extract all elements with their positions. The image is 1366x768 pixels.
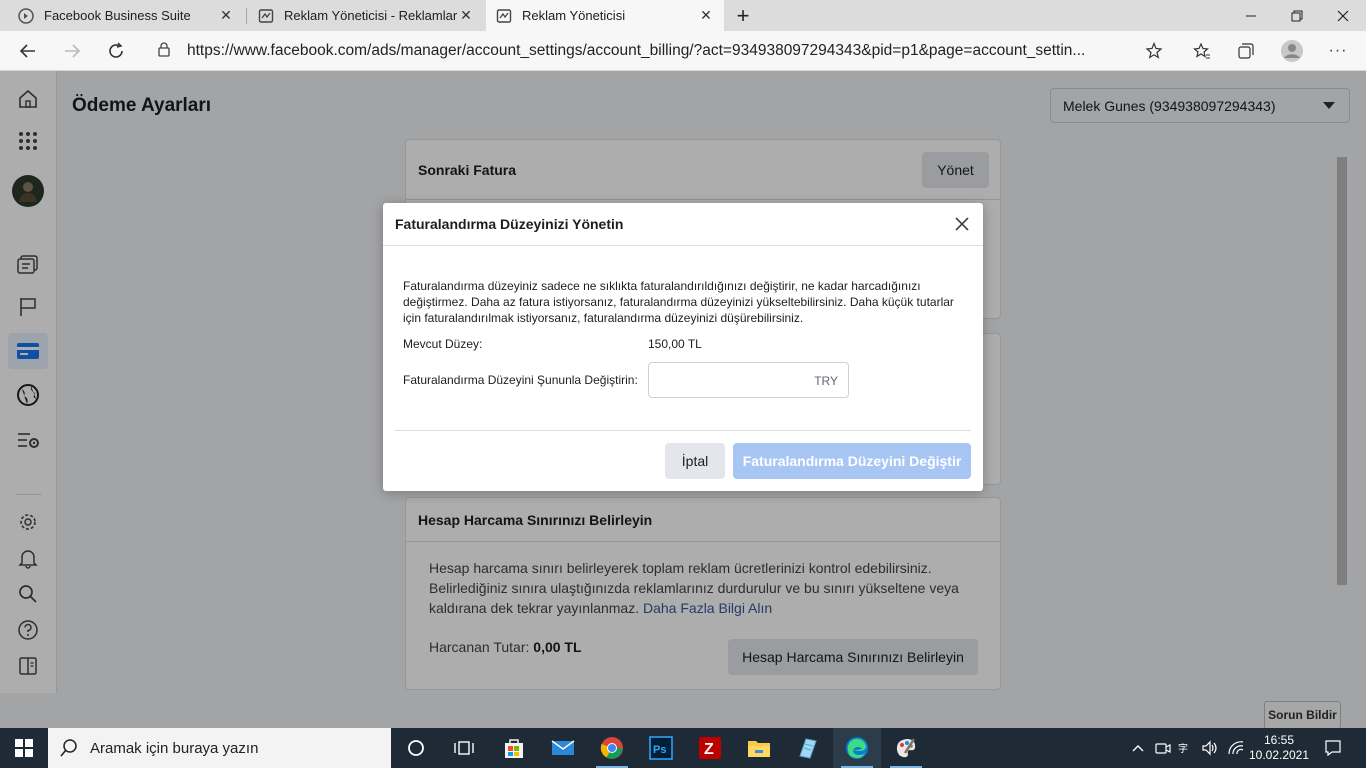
refresh-icon[interactable] <box>100 35 132 67</box>
edge-browser-icon[interactable] <box>833 728 881 768</box>
lock-icon <box>157 41 177 62</box>
file-explorer-icon[interactable] <box>735 728 783 768</box>
close-tab-icon[interactable]: ✕ <box>218 7 234 24</box>
minimize-icon[interactable] <box>1228 0 1274 31</box>
tab-reklam-yoneticisi-1[interactable]: Reklam Yöneticisi - Reklamları Yö ✕ <box>248 0 484 31</box>
tab-title: Reklam Yöneticisi - Reklamları Yö <box>284 8 458 23</box>
profile-avatar-icon[interactable] <box>1276 35 1308 67</box>
more-menu-icon[interactable]: ··· <box>1322 35 1354 67</box>
windows-start-icon[interactable] <box>0 728 48 768</box>
clock-date: 10.02.2021 <box>1248 748 1310 762</box>
tab-facebook-business-suite[interactable]: Facebook Business Suite ✕ <box>8 0 244 31</box>
divider <box>395 430 971 431</box>
mail-icon[interactable] <box>539 728 587 768</box>
close-tab-icon[interactable]: ✕ <box>458 7 474 24</box>
cortana-icon[interactable] <box>392 728 440 768</box>
paint-icon[interactable] <box>882 728 930 768</box>
collections-icon[interactable] <box>1230 35 1262 67</box>
tab-title: Reklam Yöneticisi <box>522 8 626 23</box>
ads-manager-icon <box>258 8 274 24</box>
photoshop-icon[interactable]: Ps <box>637 728 685 768</box>
dialog-description: Faturalandırma düzeyiniz sadece ne sıklı… <box>403 279 954 325</box>
browser-toolbar: https://www.facebook.com/ads/manager/acc… <box>0 31 1366 71</box>
browser-tab-bar: Facebook Business Suite ✕ Reklam Yönetic… <box>0 0 1366 31</box>
meet-now-icon[interactable] <box>1152 728 1174 768</box>
volume-icon[interactable] <box>1199 728 1221 768</box>
new-tab-button[interactable]: + <box>728 0 758 31</box>
billing-threshold-dialog: Faturalandırma Düzeyinizi Yönetin Fatura… <box>383 203 983 491</box>
ads-manager-icon <box>496 8 512 24</box>
tab-title: Facebook Business Suite <box>44 8 191 23</box>
threshold-amount-field[interactable] <box>657 365 807 395</box>
svg-text:Z: Z <box>704 741 714 758</box>
task-view-icon[interactable] <box>440 728 488 768</box>
notepad-icon[interactable] <box>784 728 832 768</box>
back-icon[interactable] <box>12 35 44 67</box>
change-level-label: Faturalandırma Düzeyini Şununla Değiştir… <box>403 373 638 387</box>
forward-icon[interactable] <box>56 35 88 67</box>
chrome-icon[interactable] <box>588 728 636 768</box>
restore-icon[interactable] <box>1274 0 1320 31</box>
dialog-title: Faturalandırma Düzeyinizi Yönetin <box>395 216 624 232</box>
windows-taskbar: Aramak için buraya yazın Ps Z 字 16:55 10… <box>0 728 1366 768</box>
address-bar[interactable]: https://www.facebook.com/ads/manager/acc… <box>145 35 1175 67</box>
store-icon[interactable] <box>490 728 538 768</box>
add-favorite-icon[interactable] <box>1138 35 1170 67</box>
clock-time: 16:55 <box>1263 733 1295 747</box>
facebook-business-icon <box>18 7 34 24</box>
network-wifi-icon[interactable] <box>1225 728 1247 768</box>
search-icon <box>60 739 78 757</box>
tab-reklam-yoneticisi-active[interactable]: Reklam Yöneticisi ✕ <box>486 0 724 31</box>
show-hidden-icons-icon[interactable] <box>1128 728 1148 768</box>
current-level-value: 150,00 TL <box>648 337 702 351</box>
favorites-icon[interactable] <box>1186 35 1218 67</box>
current-level-label: Mevcut Düzey: <box>403 337 483 351</box>
svg-text:字: 字 <box>1178 742 1188 755</box>
input-language-icon[interactable]: 字 <box>1175 728 1197 768</box>
close-window-icon[interactable] <box>1320 0 1366 31</box>
currency-label: TRY <box>814 374 838 388</box>
close-icon[interactable] <box>951 213 973 235</box>
notification-center-icon[interactable] <box>1318 728 1348 768</box>
close-tab-icon[interactable]: ✕ <box>698 7 714 24</box>
change-threshold-button[interactable]: Faturalandırma Düzeyini Değiştir <box>733 443 971 479</box>
taskbar-search[interactable]: Aramak için buraya yazın <box>48 728 391 768</box>
search-placeholder: Aramak için buraya yazın <box>90 739 259 757</box>
billing-threshold-input[interactable]: TRY <box>648 362 849 398</box>
svg-text:Ps: Ps <box>653 744 666 756</box>
filezilla-icon[interactable]: Z <box>686 728 734 768</box>
cancel-button[interactable]: İptal <box>665 443 725 479</box>
url-text: https://www.facebook.com/ads/manager/acc… <box>187 42 1086 59</box>
clock[interactable]: 16:55 10.02.2021 <box>1248 728 1310 768</box>
dialog-header: Faturalandırma Düzeyinizi Yönetin <box>383 203 983 246</box>
